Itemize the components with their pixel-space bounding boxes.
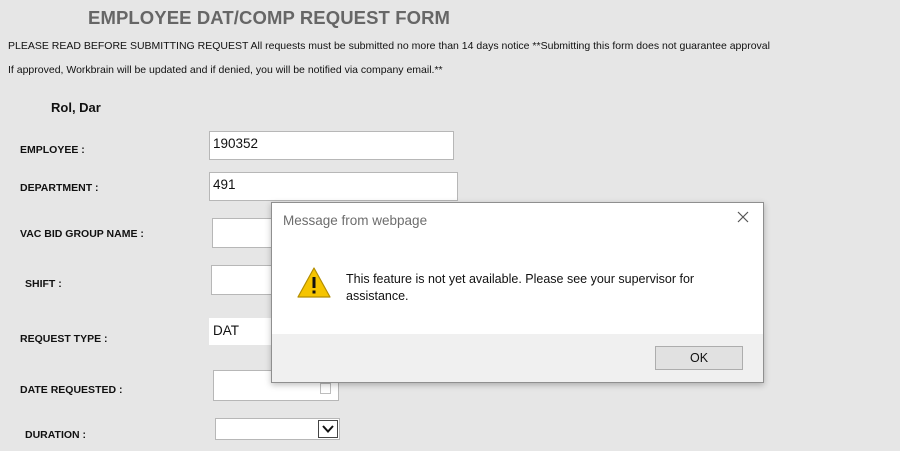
chevron-down-icon[interactable] xyxy=(318,420,338,438)
calendar-icon[interactable] xyxy=(320,383,331,394)
department-label: DEPARTMENT : xyxy=(20,182,99,194)
shift-label: SHIFT : xyxy=(25,278,62,290)
warning-icon xyxy=(296,266,332,300)
notice-line-2: If approved, Workbrain will be updated a… xyxy=(8,64,443,76)
close-icon[interactable] xyxy=(735,209,751,225)
vac-bid-group-label: VAC BID GROUP NAME : xyxy=(20,228,144,240)
dialog-message: This feature is not yet available. Pleas… xyxy=(346,272,695,303)
dialog-title: Message from webpage xyxy=(283,213,428,228)
request-type-label: REQUEST TYPE : xyxy=(20,333,108,345)
department-field[interactable]: 491 xyxy=(209,172,458,201)
form-title: EMPLOYEE DAT/COMP REQUEST FORM xyxy=(88,7,451,28)
date-requested-label: DATE REQUESTED : xyxy=(20,384,123,396)
notice-line-1: PLEASE READ BEFORE SUBMITTING REQUEST Al… xyxy=(8,40,770,52)
dialog-footer: OK xyxy=(272,334,763,382)
ok-button[interactable]: OK xyxy=(655,346,743,370)
duration-label: DURATION : xyxy=(25,429,87,441)
employee-name: Rol, Dar xyxy=(51,100,101,115)
message-dialog: Message from webpage This feature is not… xyxy=(271,202,764,383)
employee-label: EMPLOYEE : xyxy=(20,144,85,156)
employee-field[interactable]: 190352 xyxy=(209,131,454,160)
